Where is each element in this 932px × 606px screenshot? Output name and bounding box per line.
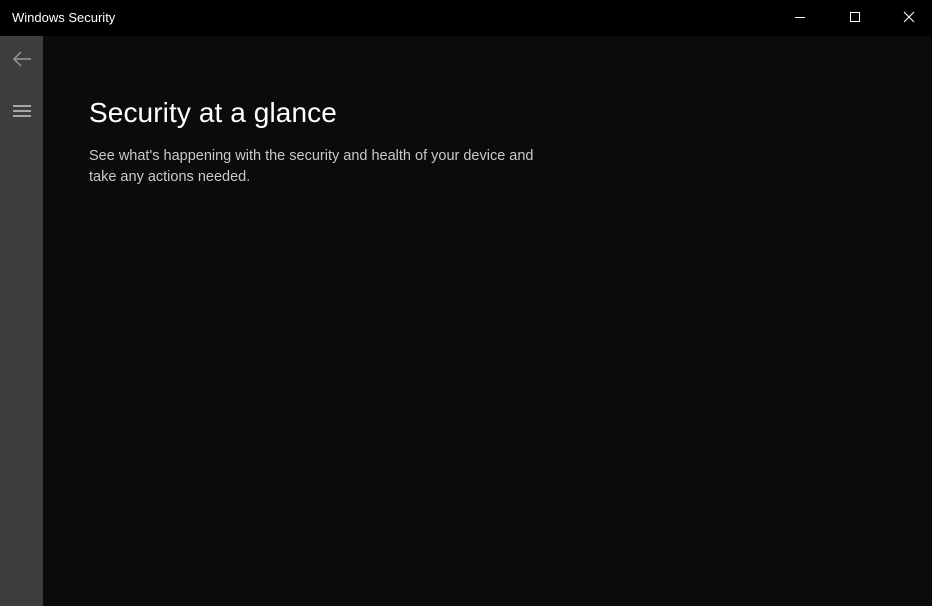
page-title: Security at a glance [89,97,337,128]
page-description: See what's happening with the security a… [89,148,534,185]
navigation-sidebar [0,36,43,606]
app-window: Windows Security Security at a glance Se… [0,0,932,606]
minimize-button[interactable] [777,0,823,34]
hamburger-menu-button[interactable] [0,88,43,134]
main-content: Security at a glance See what's happenin… [43,36,932,606]
minimize-icon [795,17,805,18]
back-button[interactable] [0,36,43,82]
back-arrow-icon [12,51,31,67]
close-icon [903,11,915,23]
window-title: Windows Security [12,10,116,25]
maximize-button[interactable] [832,0,878,34]
maximize-icon [850,12,860,22]
close-button[interactable] [886,0,932,34]
title-bar[interactable]: Windows Security [0,0,932,36]
hamburger-menu-icon [12,105,31,117]
